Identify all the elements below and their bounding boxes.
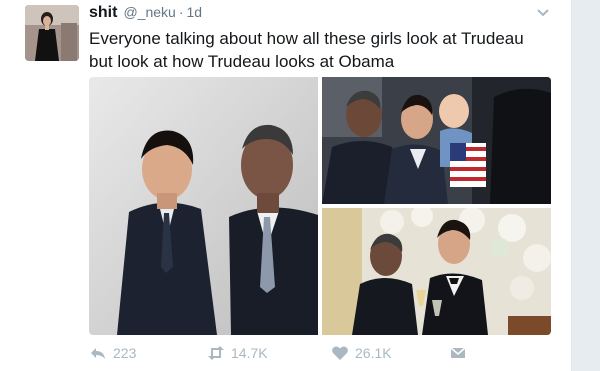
timestamp[interactable]: 1d [186,4,202,20]
tweet-header: shit @_neku · 1d [89,4,202,26]
reply-icon [91,348,105,359]
user-handle[interactable]: @_neku [123,4,175,20]
photo-top-right[interactable] [322,77,551,204]
tweet-text: Everyone talking about how all these gir… [89,29,524,71]
photo-bottom-right[interactable] [322,208,551,335]
direct-message-button[interactable] [449,342,473,364]
avatar[interactable] [25,5,79,61]
photo-main[interactable] [89,77,318,335]
separator-dot: · [178,4,184,20]
photo-bottom-right-image [322,208,551,335]
direct-message-icon [450,347,466,358]
tweet-actions: 223 14.7K 26.1K [89,342,549,364]
reply-count: 223 [113,345,137,361]
heart-icon [332,346,348,360]
media-grid [89,77,551,335]
like-button[interactable]: 26.1K [331,342,392,364]
like-count: 26.1K [355,345,392,361]
reply-button[interactable]: 223 [89,342,136,364]
retweet-button[interactable]: 14.7K [207,342,268,364]
retweet-icon [208,346,224,360]
photo-top-right-image [322,77,551,204]
retweet-count: 14.7K [231,345,268,361]
photo-main-image [89,77,318,335]
avatar-image [25,5,79,61]
display-name[interactable]: shit [89,4,117,22]
chevron-down-icon[interactable] [535,6,551,20]
tweet-card[interactable]: shit @_neku · 1d Everyone talking about … [0,0,572,371]
